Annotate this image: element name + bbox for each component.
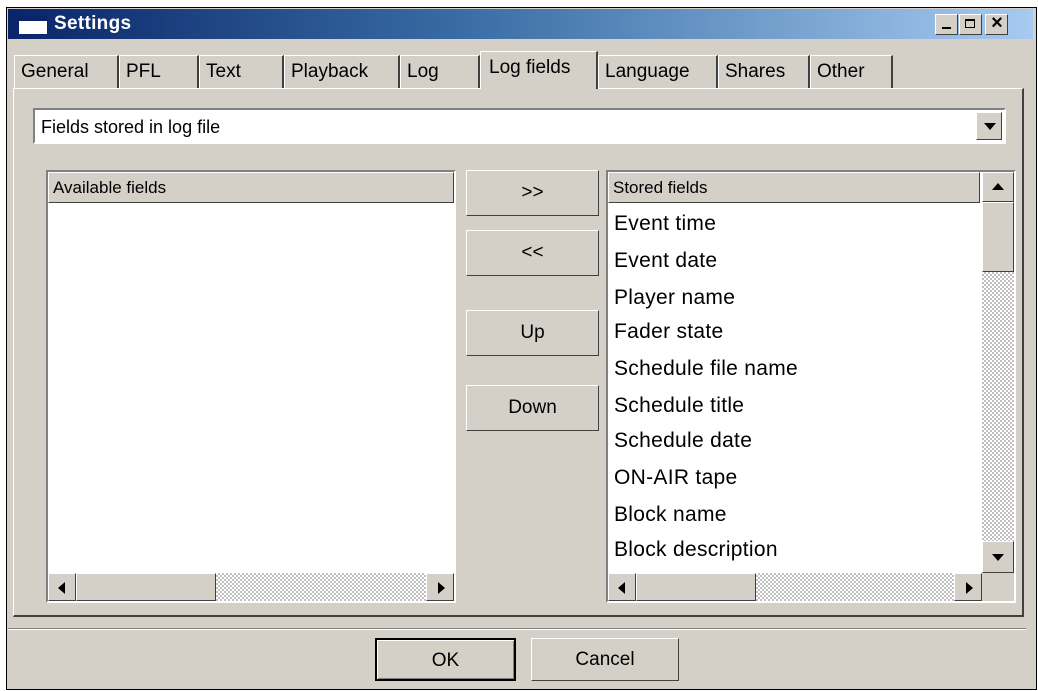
tab-shares[interactable]: Shares bbox=[718, 55, 810, 88]
arrow-right-icon bbox=[966, 582, 973, 594]
list-item[interactable]: Schedule date bbox=[614, 429, 752, 453]
chevron-down-icon bbox=[984, 123, 996, 130]
tab-other[interactable]: Other bbox=[810, 55, 893, 88]
cancel-button[interactable]: Cancel bbox=[531, 638, 679, 681]
arrow-down-icon bbox=[992, 554, 1004, 561]
move-up-label: Up bbox=[520, 322, 545, 343]
maximize-button[interactable] bbox=[959, 14, 982, 35]
remove-field-button[interactable]: << bbox=[466, 230, 599, 276]
arrow-left-icon bbox=[58, 582, 65, 594]
dropdown-button[interactable] bbox=[976, 112, 1002, 140]
list-item[interactable]: Schedule title bbox=[614, 394, 744, 418]
tab-label: Log fields bbox=[489, 57, 571, 78]
maximize-icon bbox=[965, 19, 975, 28]
ok-label: OK bbox=[431, 650, 460, 671]
footer-divider bbox=[8, 628, 1026, 630]
available-fields-list[interactable]: Available fields bbox=[46, 170, 456, 603]
tab-label: Playback bbox=[291, 61, 369, 82]
title-bar[interactable]: Settings × bbox=[8, 9, 1033, 39]
list-item[interactable]: Block description bbox=[614, 538, 778, 562]
window-icon bbox=[18, 16, 48, 35]
add-field-button[interactable]: >> bbox=[466, 170, 599, 216]
cancel-label: Cancel bbox=[575, 649, 635, 670]
list-item[interactable]: Fader state bbox=[614, 320, 724, 344]
stored-vscroll-thumb[interactable] bbox=[982, 202, 1014, 272]
minimize-button[interactable] bbox=[935, 14, 958, 35]
move-up-button[interactable]: Up bbox=[466, 310, 599, 356]
tab-pfl[interactable]: PFL bbox=[119, 55, 199, 88]
ok-button[interactable]: OK bbox=[375, 638, 516, 681]
stored-hscroll-thumb[interactable] bbox=[636, 573, 756, 601]
tab-label: Language bbox=[605, 61, 690, 82]
scroll-right-button[interactable] bbox=[426, 573, 454, 601]
arrow-up-icon bbox=[992, 183, 1004, 190]
available-fields-header[interactable]: Available fields bbox=[48, 172, 454, 203]
tab-text[interactable]: Text bbox=[199, 55, 284, 88]
list-item[interactable]: ON-AIR tape bbox=[614, 466, 738, 490]
scroll-left-button[interactable] bbox=[608, 573, 636, 601]
tab-general[interactable]: General bbox=[14, 55, 119, 88]
minimize-icon bbox=[942, 27, 951, 29]
tab-label: General bbox=[21, 61, 89, 82]
tab-playback[interactable]: Playback bbox=[284, 55, 400, 88]
list-item[interactable]: Event time bbox=[614, 212, 716, 236]
scroll-right-button[interactable] bbox=[954, 573, 982, 601]
move-down-button[interactable]: Down bbox=[466, 385, 599, 431]
scroll-left-button[interactable] bbox=[48, 573, 76, 601]
stored-fields-header[interactable]: Stored fields bbox=[608, 172, 980, 203]
tab-log-fields[interactable]: Log fields bbox=[480, 51, 598, 89]
remove-field-label: << bbox=[521, 242, 544, 263]
list-item[interactable]: Block name bbox=[614, 503, 727, 527]
tab-label: Shares bbox=[725, 61, 786, 82]
scroll-up-button[interactable] bbox=[982, 172, 1014, 202]
list-item[interactable]: Player name bbox=[614, 286, 735, 310]
move-down-label: Down bbox=[508, 397, 557, 418]
tab-label: Text bbox=[206, 61, 241, 82]
arrow-right-icon bbox=[438, 582, 445, 594]
scroll-down-button[interactable] bbox=[982, 541, 1014, 573]
close-icon: × bbox=[991, 12, 1003, 34]
add-field-label: >> bbox=[521, 182, 544, 203]
tab-log[interactable]: Log bbox=[400, 55, 480, 88]
list-item[interactable]: Event date bbox=[614, 249, 717, 273]
arrow-left-icon bbox=[618, 582, 625, 594]
scroll-corner bbox=[982, 573, 1014, 601]
stored-fields-list[interactable]: Stored fields Event time Event date Play… bbox=[606, 170, 1016, 603]
close-button[interactable]: × bbox=[985, 12, 1008, 35]
fields-mode-value: Fields stored in log file bbox=[41, 117, 221, 137]
tab-label: Other bbox=[817, 61, 865, 82]
available-hscroll-thumb[interactable] bbox=[76, 573, 216, 601]
tab-label: PFL bbox=[126, 61, 161, 82]
tab-label: Log bbox=[407, 61, 439, 82]
list-item[interactable]: Schedule file name bbox=[614, 357, 798, 381]
fields-mode-select[interactable]: Fields stored in log file bbox=[33, 108, 1006, 144]
window-title: Settings bbox=[54, 13, 132, 34]
tab-language[interactable]: Language bbox=[598, 55, 718, 88]
